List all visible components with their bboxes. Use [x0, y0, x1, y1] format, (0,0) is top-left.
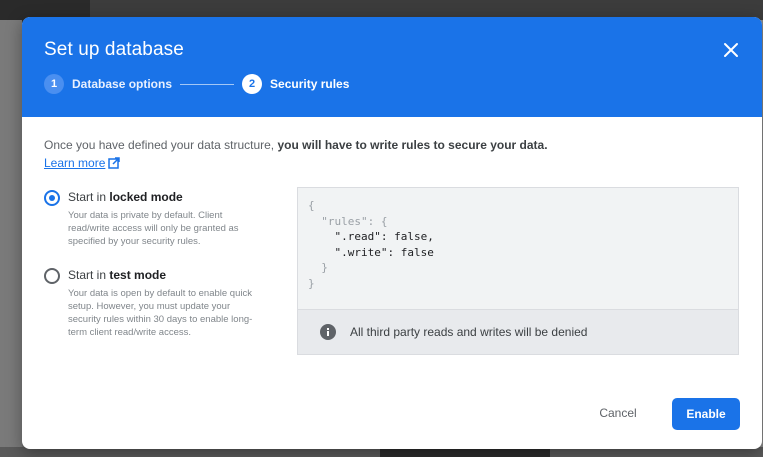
test-mode-description: Your data is open by default to enable q… [68, 288, 253, 338]
code-rules-key: "rules": { [321, 214, 388, 228]
locked-mode-title[interactable]: Start in locked mode [68, 190, 183, 204]
cancel-button[interactable]: Cancel [588, 398, 648, 428]
code-read-key: ".read" [334, 230, 381, 243]
step-1-label[interactable]: Database options [72, 77, 172, 91]
code-write-value: false [400, 245, 434, 259]
locked-mode-description: Your data is private by default. Client … [68, 210, 239, 247]
code-write-key: ".write" [334, 245, 388, 259]
step-2-label: Security rules [270, 77, 350, 91]
code-outer-close: } [308, 276, 315, 290]
external-link-icon [108, 157, 121, 169]
code-inner-close: } [321, 261, 328, 274]
close-icon[interactable] [722, 41, 740, 59]
step-2-number: 2 [242, 74, 263, 94]
stepper: 1 Database options 2 Security rules [44, 73, 349, 95]
option-title-bold: test mode [109, 268, 167, 282]
step-connector [180, 83, 235, 85]
dialog-header: Set up database 1 Database options 2 Sec… [22, 17, 762, 117]
test-mode-radio[interactable] [44, 268, 60, 284]
info-icon [320, 324, 336, 340]
option-title-bold: locked mode [109, 190, 183, 204]
test-mode-title[interactable]: Start in test mode [68, 268, 166, 282]
locked-mode-radio[interactable] [44, 190, 60, 206]
intro-plain: Once you have defined your data structur… [44, 138, 278, 152]
setup-database-dialog: Set up database 1 Database options 2 Sec… [22, 17, 762, 449]
learn-more-label[interactable]: Learn more [44, 156, 105, 170]
info-banner: All third party reads and writes will be… [298, 309, 738, 354]
learn-more-link[interactable]: Learn more [44, 156, 121, 170]
option-title-prefix: Start in [68, 268, 110, 282]
intro-bold: you will have to write rules to secure y… [277, 138, 548, 152]
step-1-number[interactable]: 1 [44, 74, 64, 94]
rules-code: { "rules": { ".read": false, ".write": f… [308, 199, 434, 290]
enable-button[interactable]: Enable [672, 398, 740, 430]
option-title-prefix: Start in [68, 190, 110, 204]
rules-preview-panel: { "rules": { ".read": false, ".write": f… [297, 187, 739, 355]
code-read-value: false, [394, 230, 434, 243]
intro-text: Once you have defined your data structur… [44, 138, 744, 152]
code-open-brace: { [308, 199, 315, 212]
info-text: All third party reads and writes will be… [350, 325, 588, 339]
background-left [0, 20, 22, 457]
dialog-title: Set up database [44, 39, 184, 60]
